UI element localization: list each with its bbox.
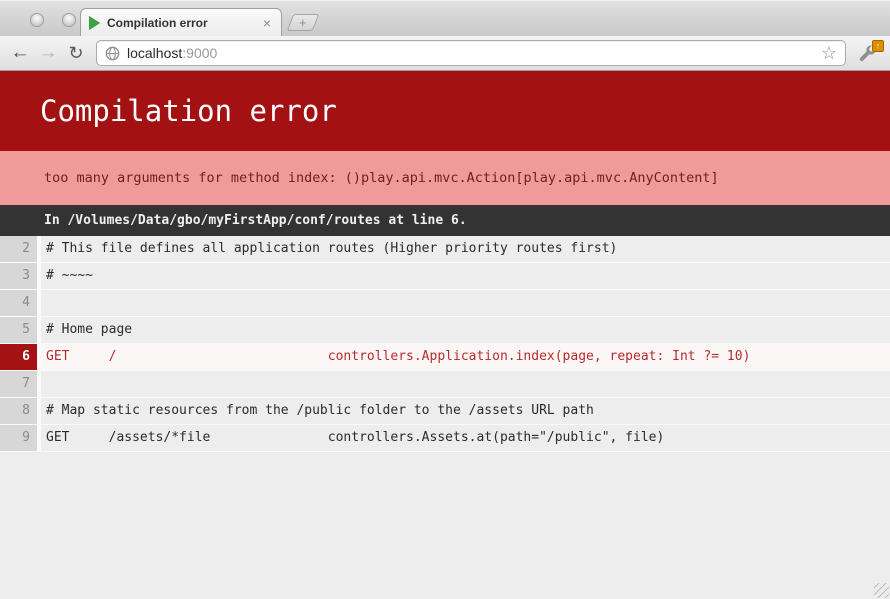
code-line: 7 — [0, 371, 890, 398]
line-number: 4 — [0, 290, 37, 316]
line-number: 2 — [0, 236, 37, 262]
url-port: :9000 — [182, 45, 217, 61]
line-text — [41, 290, 890, 316]
line-number: 7 — [0, 371, 37, 397]
line-text: # Home page — [41, 317, 890, 343]
url-host: localhost — [127, 45, 182, 61]
navigation-bar: ← → ↻ localhost:9000 ☆ ↑ — [0, 36, 890, 71]
line-text — [41, 371, 890, 397]
line-number: 3 — [0, 263, 37, 289]
code-line: 5 # Home page — [0, 317, 890, 344]
line-number: 6 — [0, 344, 37, 370]
error-detail: too many arguments for method index: ()p… — [0, 151, 890, 205]
window-minimize-button[interactable] — [62, 13, 76, 27]
line-number: 9 — [0, 425, 37, 451]
window-close-button[interactable] — [30, 13, 44, 27]
forward-button[interactable]: → — [34, 40, 62, 66]
reload-button[interactable]: ↻ — [62, 40, 90, 66]
error-page: Compilation error too many arguments for… — [0, 71, 890, 599]
source-code-listing: 2 # This file defines all application ro… — [0, 236, 890, 452]
page-title: Compilation error — [0, 71, 890, 151]
line-text: # This file defines all application rout… — [41, 236, 890, 262]
code-line: 2 # This file defines all application ro… — [0, 236, 890, 263]
tab-close-icon[interactable]: × — [261, 16, 273, 30]
error-location: In /Volumes/Data/gbo/myFirstApp/conf/rou… — [0, 205, 890, 236]
line-number: 8 — [0, 398, 37, 424]
code-line: 8 # Map static resources from the /publi… — [0, 398, 890, 425]
code-line-error: 6 GET / controllers.Application.index(pa… — [0, 344, 890, 371]
globe-icon[interactable] — [105, 46, 120, 61]
browser-window: Compilation error × + ← → ↻ localhost:90… — [0, 0, 890, 599]
update-badge-icon: ↑ — [872, 40, 884, 52]
play-framework-icon — [89, 16, 100, 30]
back-button[interactable]: ← — [6, 40, 34, 66]
new-tab-button[interactable]: + — [287, 14, 320, 31]
address-bar[interactable]: localhost:9000 ☆ — [96, 40, 846, 66]
plus-icon: + — [299, 16, 307, 29]
window-resize-grip[interactable] — [874, 583, 889, 598]
code-line: 3 # ~~~~ — [0, 263, 890, 290]
code-line: 4 — [0, 290, 890, 317]
line-text: GET /assets/*file controllers.Assets.at(… — [41, 425, 890, 451]
tab-compilation-error[interactable]: Compilation error × — [80, 8, 282, 37]
tab-strip: Compilation error × + — [0, 0, 890, 36]
bookmark-star-icon[interactable]: ☆ — [821, 44, 837, 62]
line-text: GET / controllers.Application.index(page… — [41, 344, 890, 370]
line-number: 5 — [0, 317, 37, 343]
line-text: # Map static resources from the /public … — [41, 398, 890, 424]
line-text: # ~~~~ — [41, 263, 890, 289]
wrench-menu-button[interactable]: ↑ — [854, 40, 884, 66]
code-line: 9 GET /assets/*file controllers.Assets.a… — [0, 425, 890, 452]
tab-title: Compilation error — [107, 16, 261, 30]
